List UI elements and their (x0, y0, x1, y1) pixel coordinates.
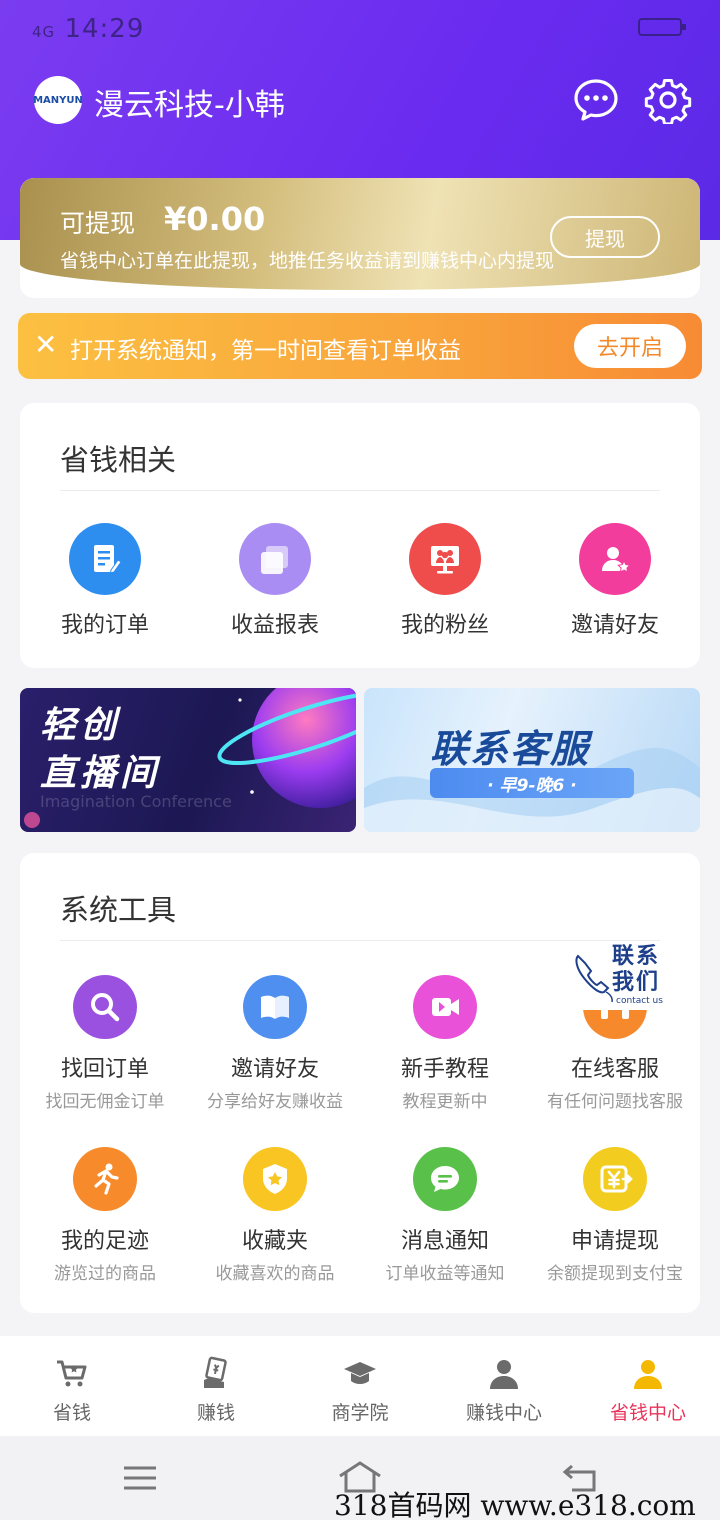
grid-item-invite-friends[interactable]: 邀请好友 分享给好友赚收益 (190, 975, 360, 1112)
tools-section: 系统工具 找回订单 找回无佣金订单 邀请好友 分享给好友赚收益 新手教程 教程更… (20, 853, 700, 1313)
grid-item-sub: 找回无佣金订单 (45, 1092, 165, 1112)
grid-item-message-notice[interactable]: 消息通知 订单收益等通知 (360, 1147, 530, 1284)
menu-icon[interactable] (122, 1464, 158, 1492)
video-icon (413, 975, 477, 1039)
section-divider (60, 490, 660, 491)
live-room-banner[interactable]: 轻创 直播间 Imagination Conference (20, 688, 356, 832)
grid-item-sub: 游览过的商品 (54, 1264, 156, 1284)
graduation-cap-icon (344, 1362, 376, 1384)
grid-item-label: 找回订单 (60, 1057, 149, 1082)
battery-icon (638, 16, 688, 43)
grid-item-earnings-report[interactable]: 收益报表 (190, 523, 360, 639)
withdraw-label: 可提现 (60, 209, 136, 238)
grid-item-invite-friends[interactable]: 邀请好友 (530, 523, 700, 639)
live-banner-subtitle: Imagination Conference (40, 792, 232, 811)
floating-contact-line1: 联系 (612, 944, 661, 969)
tab-label: 商学院 (331, 1402, 389, 1424)
bottom-tab-bar: 省钱 赚钱 商学院 赚钱中心 省钱中心 (0, 1336, 720, 1436)
yuan-icon (583, 1147, 647, 1211)
grid-item-favorites[interactable]: 收藏夹 收藏喜欢的商品 (190, 1147, 360, 1284)
floating-contact-sub: contact us (616, 996, 663, 1006)
section-divider (60, 940, 660, 941)
grid-item-label: 我的粉丝 (400, 613, 489, 638)
service-banner-title: 联系客服 (430, 727, 591, 771)
message-icon (413, 1147, 477, 1211)
grid-item-label: 申请提现 (570, 1229, 659, 1254)
clock: 14:29 (64, 14, 145, 44)
report-icon (239, 523, 311, 595)
logo-text: MANYUN (33, 94, 83, 106)
grid-item-label: 邀请好友 (230, 1057, 319, 1082)
floating-contact-label: 联系 我们 (612, 944, 660, 996)
tab-label: 赚钱中心 (465, 1402, 542, 1424)
status-bar: 4G 14:29 (32, 14, 144, 44)
section-title: 省钱相关 (60, 443, 177, 477)
grid-item-sub: 分享给好友赚收益 (207, 1092, 343, 1112)
customer-service-banner[interactable]: 联系客服 · 早9-晚6 · (364, 688, 700, 832)
grid-item-apply-withdraw[interactable]: 申请提现 余额提现到支付宝 (530, 1147, 700, 1284)
grid-item-sub: 余额提现到支付宝 (547, 1264, 683, 1284)
grid-item-label: 我的足迹 (60, 1229, 149, 1254)
tab-earn-money[interactable]: 赚钱 (144, 1336, 288, 1436)
grid-item-sub: 收藏喜欢的商品 (215, 1264, 335, 1284)
invite-icon (579, 523, 651, 595)
tab-label: 省钱 (52, 1402, 91, 1424)
watermark-text: 318首码网 www.e318.com (334, 1489, 696, 1520)
grid-item-label: 我的订单 (60, 613, 149, 638)
section-title: 系统工具 (60, 893, 177, 927)
cart-icon (57, 1360, 87, 1387)
grid-item-label: 在线客服 (570, 1057, 659, 1082)
tab-savings-center[interactable]: 省钱中心 (576, 1336, 720, 1436)
book-icon (243, 975, 307, 1039)
grid-item-sub: 有任何问题找客服 (547, 1092, 683, 1112)
grid-item-sub: 教程更新中 (402, 1092, 488, 1112)
savings-section: 省钱相关 我的订单 收益报表 我的粉丝 邀请好友 (20, 403, 700, 668)
grid-item-recover-order[interactable]: 找回订单 找回无佣金订单 (20, 975, 190, 1112)
grid-item-label: 收藏夹 (241, 1229, 308, 1254)
grid-item-label: 收益报表 (230, 613, 319, 638)
notification-banner: ✕ 打开系统通知，第一时间查看订单收益 去开启 (18, 313, 702, 379)
withdraw-card: 可提现 ¥0.00 省钱中心订单在此提现，地推任务收益请到赚钱中心内提现 提现 (20, 178, 700, 298)
tab-label: 省钱中心 (609, 1402, 686, 1424)
notification-text: 打开系统通知，第一时间查看订单收益 (70, 338, 461, 364)
brand-logo[interactable]: MANYUN (33, 76, 83, 124)
grid-item-label: 邀请好友 (570, 613, 659, 638)
user-active-icon (634, 1360, 662, 1389)
grid-item-my-footprint[interactable]: 我的足迹 游览过的商品 (20, 1147, 190, 1284)
tab-label: 赚钱 (196, 1402, 235, 1424)
live-banner-title-line2: 直播间 (40, 753, 161, 794)
chat-icon[interactable] (572, 76, 620, 124)
floating-contact-line2: 我们 (612, 970, 661, 995)
withdraw-amount: ¥0.00 (164, 200, 266, 238)
withdraw-button[interactable]: 提现 (550, 216, 660, 258)
floating-contact-button[interactable]: 联系 我们 contact us (572, 944, 678, 1010)
grid-item-my-orders[interactable]: 我的订单 (20, 523, 190, 639)
user-icon (490, 1360, 518, 1389)
fans-icon (409, 523, 481, 595)
grid-item-label: 新手教程 (400, 1057, 489, 1082)
close-icon[interactable]: ✕ (34, 328, 57, 361)
tab-business-school[interactable]: 商学院 (288, 1336, 432, 1436)
enable-notification-button[interactable]: 去开启 (574, 324, 686, 368)
live-banner-title-line1: 轻创 (40, 705, 121, 746)
runner-icon (73, 1147, 137, 1211)
brand-name: 漫云科技-小韩 (94, 88, 285, 123)
tab-save-money[interactable]: 省钱 (0, 1336, 144, 1436)
grid-item-my-fans[interactable]: 我的粉丝 (360, 523, 530, 639)
phone-icon (575, 954, 613, 1003)
grid-item-sub: 订单收益等通知 (385, 1264, 505, 1284)
search-icon (73, 975, 137, 1039)
tab-earning-center[interactable]: 赚钱中心 (432, 1336, 576, 1436)
star-shield-icon (243, 1147, 307, 1211)
live-banner-title: 轻创 直播间 (40, 702, 160, 798)
grid-item-label: 消息通知 (400, 1229, 489, 1254)
withdraw-description: 省钱中心订单在此提现，地推任务收益请到赚钱中心内提现 (60, 250, 555, 272)
grid-item-beginner-tutorial[interactable]: 新手教程 教程更新中 (360, 975, 530, 1112)
service-hours: · 早9-晚6 · (430, 768, 634, 798)
earn-icon (204, 1356, 227, 1388)
signal-indicator: 4G (32, 23, 56, 41)
settings-gear-icon[interactable] (644, 76, 692, 126)
order-icon (69, 523, 141, 595)
